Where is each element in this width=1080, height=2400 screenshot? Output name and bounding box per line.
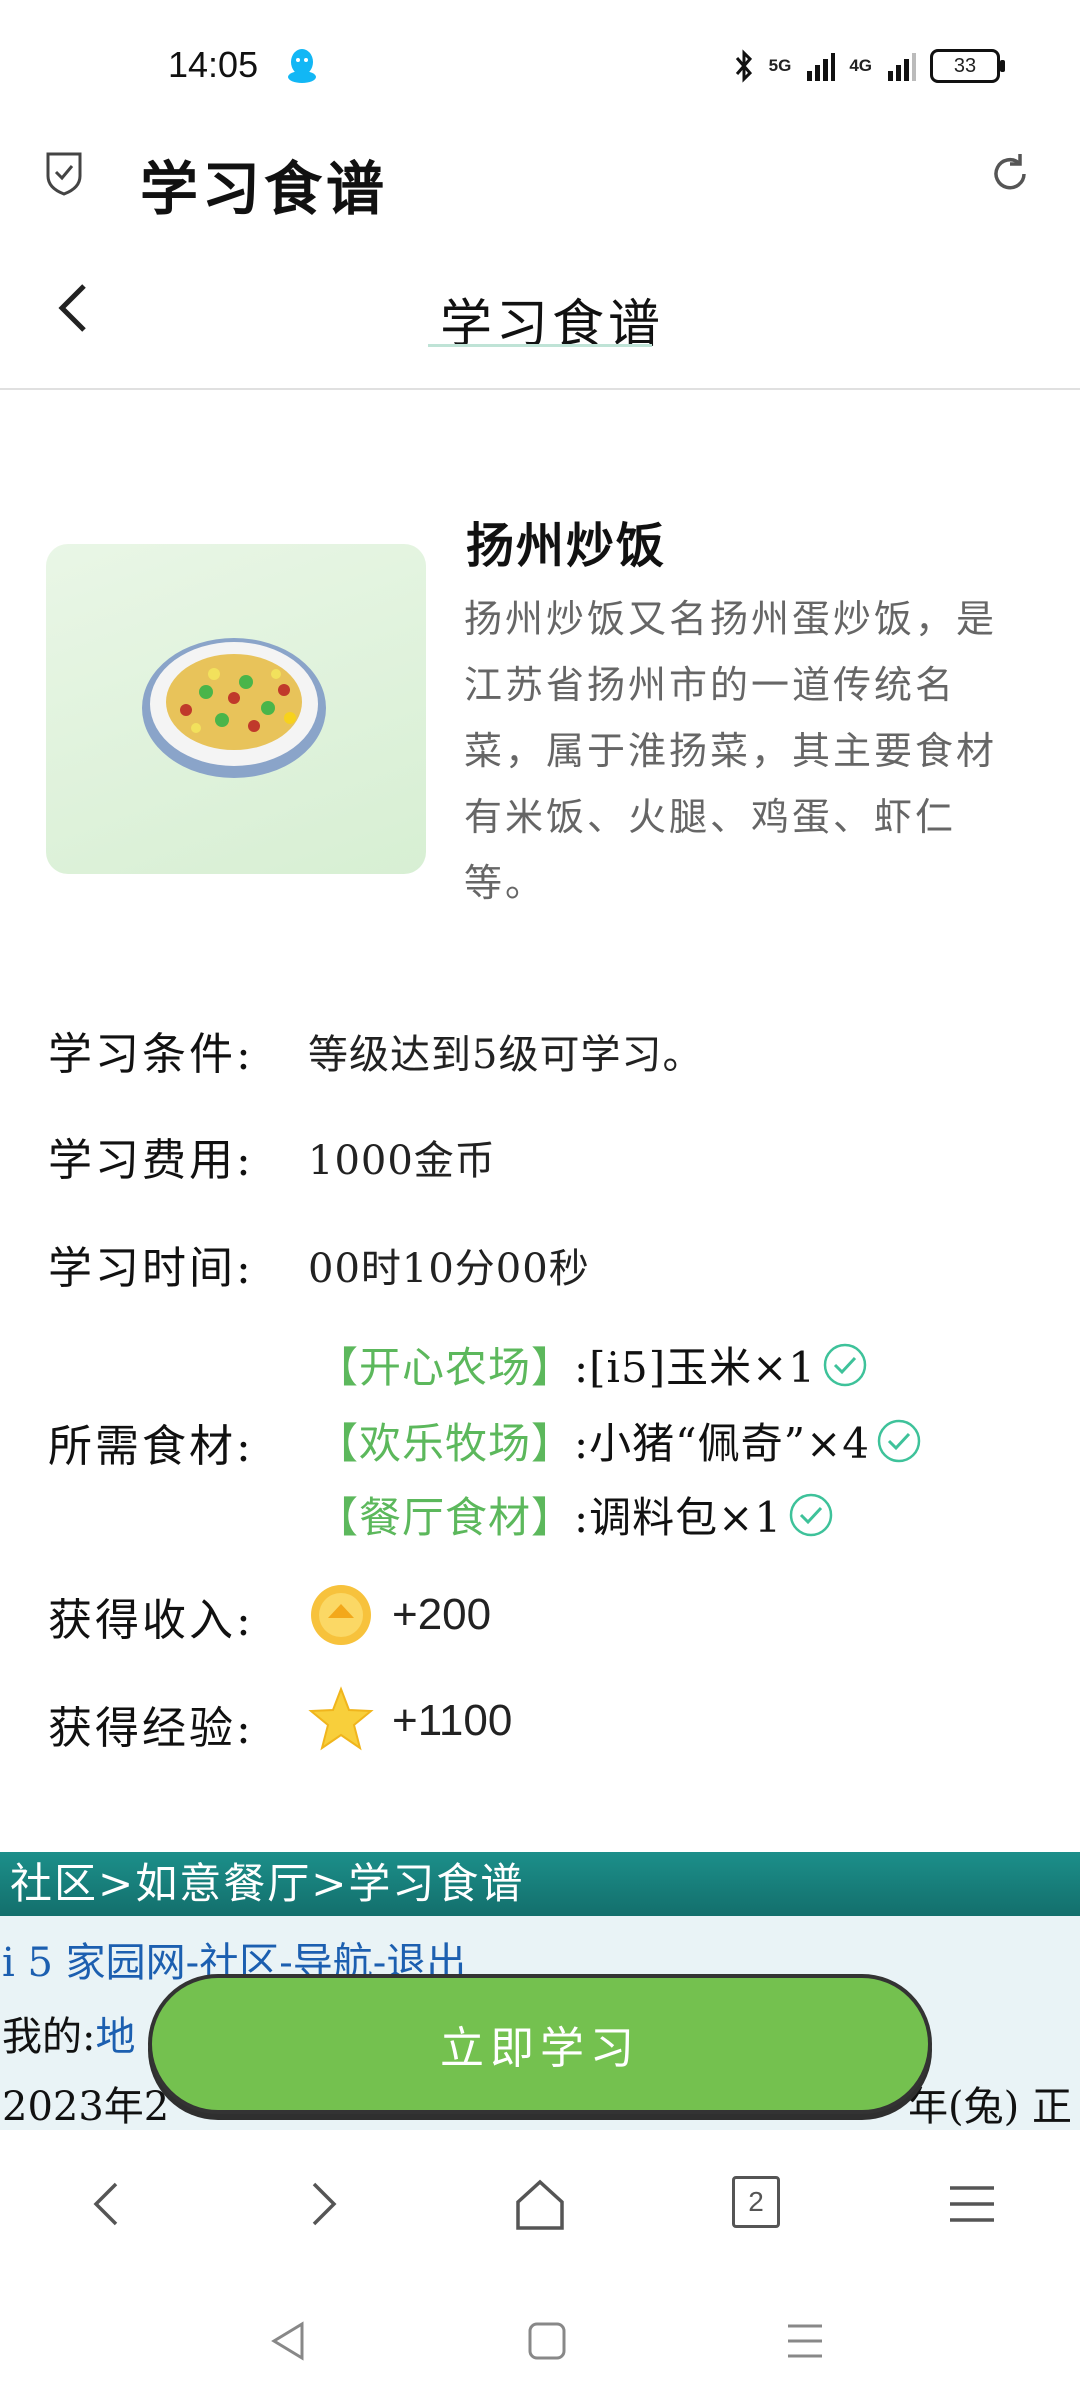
recipe-description-line: 有米饭、火腿、鸡蛋、虾仁 [464,795,957,839]
browser-tabs-button[interactable]: 2 [732,2176,780,2228]
check-icon [877,1419,921,1462]
ingredient-row: 【欢乐牧场】 :小猪“佩奇”×4 [316,1410,922,1471]
ingredient-row: 【餐厅食材】 :调料包×1 [316,1484,834,1545]
browser-home-icon[interactable] [510,2174,570,2234]
cost-label: 学习费用: [48,1135,254,1186]
condition-value: 等级达到5级可学习。 [308,1032,704,1078]
browser-forward-icon[interactable] [292,2174,352,2234]
browser-back-icon[interactable] [78,2174,138,2234]
battery-level: 33 [953,54,977,77]
qq-icon [288,49,316,83]
ingredient-source[interactable]: 【餐厅食材】 [316,1484,574,1545]
income-value: +200 [392,1590,492,1639]
shield-icon[interactable] [44,150,84,196]
footer-date-right: 年(兔) 正 [908,2084,1072,2130]
nav-divider [0,388,1080,390]
title-underline [428,344,652,347]
exp-value: +1100 [392,1696,513,1745]
refresh-icon[interactable] [986,150,1034,198]
income-label: 获得收入: [48,1595,254,1646]
footer-date-left: 2023年2 [2,2084,170,2130]
bluetooth-icon [735,49,752,83]
system-home-icon[interactable] [522,2316,572,2366]
app-title: 学习食谱 [140,155,389,223]
signal-4g-icon [888,53,916,81]
cost-value: 1000金币 [308,1138,496,1184]
recipe-image [46,544,426,874]
mine-label: 我的: [2,2014,96,2060]
mine-link[interactable]: 地 [95,2014,135,2060]
recipe-description-line: 扬州炒饭又名扬州蛋炒饭，是 [464,597,998,641]
back-icon[interactable] [52,280,92,336]
ingredient-item: :[i5]玉米×1 [574,1343,817,1392]
time-label: 学习时间: [48,1243,254,1294]
fried-rice-image [142,638,326,778]
signal-5g-icon [807,53,836,81]
ingredients-label: 所需食材: [48,1421,254,1472]
signal-5g-label: 5G [768,56,792,75]
ingredient-item: :调料包×1 [574,1493,783,1542]
condition-label: 学习条件: [48,1029,254,1080]
browser-menu-icon[interactable] [942,2174,1002,2234]
system-back-icon[interactable] [264,2316,314,2366]
recipe-description: 扬州炒饭又名扬州蛋炒饭，是 江苏省扬州市的一道传统名 菜，属于淮扬菜，其主要食材… [464,586,1024,916]
recipe-description-line: 江苏省扬州市的一道传统名 [464,663,957,707]
recipe-description-line: 等。 [464,861,547,905]
ingredient-source[interactable]: 【开心农场】 [316,1334,574,1395]
learn-now-button[interactable]: 立即学习 [148,1974,932,2114]
star-icon [308,1686,374,1751]
exp-label: 获得经验: [48,1703,254,1754]
battery-icon: 33 [930,49,1005,83]
system-recents-icon[interactable] [780,2316,830,2366]
ingredient-source[interactable]: 【欢乐牧场】 [316,1410,574,1471]
recipe-description-line: 菜，属于淮扬菜，其主要食材 [464,729,998,773]
ingredient-row: 【开心农场】 :[i5]玉米×1 [316,1334,868,1395]
time-value: 00时10分00秒 [308,1246,590,1292]
recipe-name: 扬州炒饭 [466,518,667,574]
breadcrumb: 社区>如意餐厅>学习食谱 [0,1852,1080,1916]
coin-icon [311,1585,371,1645]
ingredient-item: :小猪“佩奇”×4 [574,1419,871,1468]
check-icon [823,1343,867,1386]
status-icons: 5G 4G 33 [733,46,1005,86]
signal-4g-label: 4G [849,56,872,75]
footer-mine: 我的:地 [2,2004,135,2062]
check-icon [789,1493,833,1536]
site-link[interactable]: i 5 家园网 [2,1940,186,1986]
status-time: 14:05 [168,44,259,85]
